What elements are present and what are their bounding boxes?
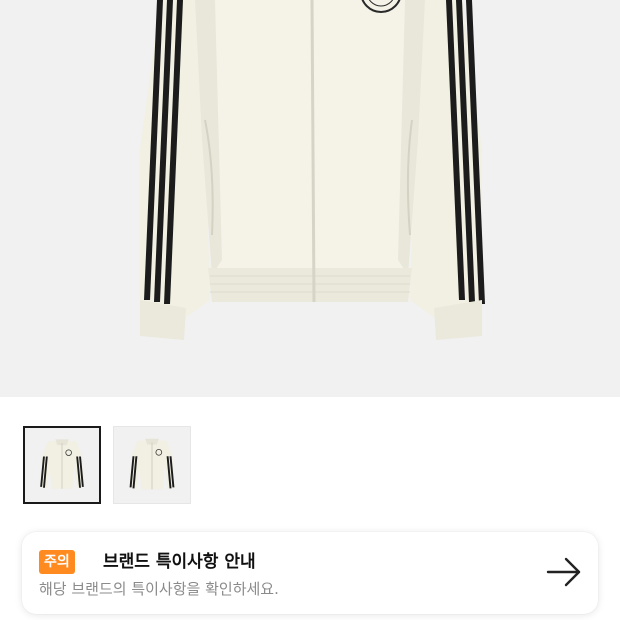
arrow-right-icon[interactable]	[546, 556, 582, 588]
thumbnail-strip	[23, 426, 191, 504]
notice-title: 브랜드 특이사항 안내	[103, 552, 256, 572]
jacket-image	[140, 0, 485, 340]
notice-subtitle: 해당 브랜드의 특이사항을 확인하세요.	[39, 580, 279, 598]
brand-notice-card[interactable]: 주의 브랜드 특이사항 안내 해당 브랜드의 특이사항을 확인하세요.	[22, 532, 598, 614]
jacket-thumbnail-image	[129, 438, 175, 490]
thumbnail-1[interactable]	[23, 426, 101, 504]
product-main-image	[0, 0, 620, 397]
caution-badge: 주의	[39, 550, 75, 574]
jacket-thumbnail-image	[40, 439, 84, 489]
thumbnail-2[interactable]	[113, 426, 191, 504]
